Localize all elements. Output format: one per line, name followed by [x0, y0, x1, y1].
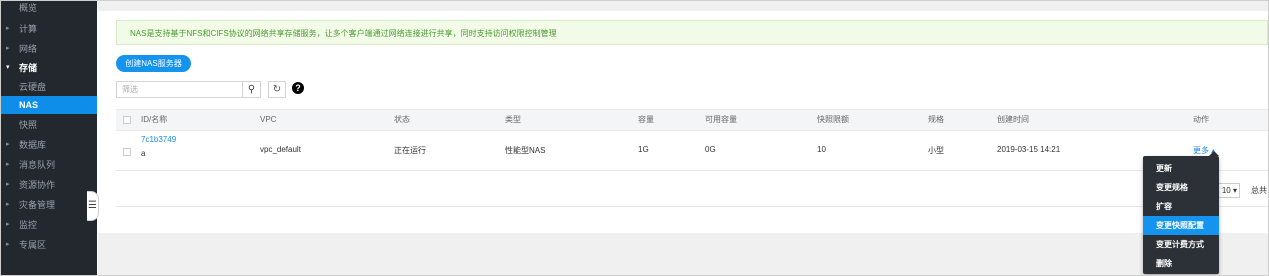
sidebar-item-label: 消息队列	[19, 160, 56, 170]
chevron-right-icon: ▸	[6, 221, 10, 228]
search-icon[interactable]: ⚲	[243, 81, 261, 98]
sidebar-item-snapshot[interactable]: 快照	[1, 116, 97, 134]
col-spec: 规格	[928, 115, 944, 124]
sidebar-item-label: 概览	[19, 3, 38, 13]
select-all-checkbox[interactable]	[123, 116, 131, 124]
sidebar-item-compute[interactable]: ▸ 计算	[1, 20, 97, 38]
chevron-right-icon: ▸	[6, 201, 10, 208]
menu-item-expand[interactable]: 扩容	[1143, 197, 1219, 216]
cell-vpc: vpc_default	[260, 145, 301, 154]
chevron-right-icon: ▸	[6, 25, 10, 32]
sidebar: 概览 ▸ 计算 ▸ 网络 ▾ 存储 云硬盘 NAS 快照 ▸ 数据库 ▸ 消息队…	[1, 1, 97, 275]
menu-item-change-spec[interactable]: 变更规格	[1143, 178, 1219, 197]
total-count: 总共 1 条	[1251, 186, 1268, 195]
menu-item-delete[interactable]: 删除	[1143, 254, 1219, 273]
chevron-right-icon: ▸	[6, 45, 10, 52]
col-id-name: ID/名称	[141, 115, 168, 124]
app-frame: 概览 ▸ 计算 ▸ 网络 ▾ 存储 云硬盘 NAS 快照 ▸ 数据库 ▸ 消息队…	[0, 0, 1269, 276]
help-icon[interactable]: ?	[292, 82, 304, 94]
sidebar-item-label: 专属区	[19, 240, 47, 250]
sidebar-collapse-icon[interactable]: ☰	[87, 191, 99, 221]
sidebar-item-label: 灾备管理	[19, 200, 56, 210]
sidebar-item-disaster-recovery[interactable]: ▸ 灾备管理	[1, 196, 97, 214]
cell-available: 0G	[705, 145, 716, 154]
cell-type: 性能型NAS	[505, 146, 546, 155]
col-capacity: 容量	[638, 115, 654, 124]
sidebar-item-label: NAS	[19, 100, 39, 110]
page-size-select[interactable]: 10 ▾	[1217, 183, 1240, 198]
sidebar-item-label: 数据库	[19, 140, 47, 150]
content-card: NAS是支持基于NFS和CIFS协议的网络共享存储服务，让多个客户端通过网络连接…	[98, 11, 1268, 233]
menu-item-change-snapshot-config[interactable]: 变更快照配置	[1143, 216, 1219, 235]
chevron-right-icon: ▸	[6, 161, 10, 168]
chevron-down-icon: ▾	[1232, 186, 1237, 195]
col-status: 状态	[394, 115, 410, 124]
chevron-right-icon: ▸	[6, 241, 10, 248]
instance-id-link[interactable]: 7c1b3749	[141, 135, 176, 144]
sidebar-item-label: 快照	[19, 120, 38, 130]
cell-spec: 小型	[928, 146, 944, 155]
top-gutter	[98, 1, 1268, 11]
sidebar-item-message-queue[interactable]: ▸ 消息队列	[1, 156, 97, 174]
sidebar-item-database[interactable]: ▸ 数据库	[1, 136, 97, 154]
main-panel: NAS是支持基于NFS和CIFS协议的网络共享存储服务，让多个客户端通过网络连接…	[98, 1, 1268, 275]
menu-item-update[interactable]: 更新	[1143, 159, 1219, 178]
menu-item-change-billing[interactable]: 变更计费方式	[1143, 235, 1219, 254]
bottom-gutter	[98, 233, 1268, 275]
sidebar-item-monitoring[interactable]: ▸ 监控	[1, 216, 97, 234]
sidebar-item-label: 监控	[19, 220, 38, 230]
sidebar-item-label: 存储	[19, 63, 38, 73]
row-checkbox[interactable]	[123, 148, 131, 156]
sidebar-item-nas[interactable]: NAS	[1, 96, 97, 114]
sidebar-item-storage[interactable]: ▾ 存储	[1, 59, 97, 77]
sidebar-item-cloud-disk[interactable]: 云硬盘	[1, 78, 97, 96]
pager: 10 ▾ 总共 1 条	[116, 171, 1268, 207]
col-action: 动作	[1193, 115, 1209, 124]
sidebar-item-label: 网络	[19, 44, 38, 54]
chevron-down-icon: ▾	[6, 64, 10, 71]
cell-status: 正在运行	[394, 146, 426, 155]
sidebar-item-label: 计算	[19, 24, 38, 34]
sidebar-item-resource-collab[interactable]: ▸ 资源协作	[1, 176, 97, 194]
create-nas-button[interactable]: 创建NAS服务器	[116, 55, 191, 72]
col-available: 可用容量	[705, 115, 737, 124]
sidebar-item-label: 云硬盘	[19, 82, 47, 92]
col-created: 创建时间	[997, 115, 1029, 124]
cell-created: 2019-03-15 14:21	[997, 145, 1061, 154]
table-header: ID/名称 VPC 状态 类型 容量 可用容量 快照限额 规格 创建时间 动作	[116, 109, 1268, 131]
sidebar-item-dedicated-zone[interactable]: ▸ 专属区	[1, 236, 97, 254]
filter-input[interactable]: 筛选	[116, 81, 243, 98]
sidebar-item-network[interactable]: ▸ 网络	[1, 40, 97, 58]
sidebar-item-overview[interactable]: 概览	[1, 1, 97, 17]
cell-snapshot-quota: 10	[817, 145, 826, 154]
refresh-icon[interactable]: ↻	[268, 81, 286, 98]
chevron-right-icon: ▸	[6, 181, 10, 188]
col-vpc: VPC	[260, 115, 277, 124]
col-type: 类型	[505, 115, 521, 124]
instance-name: a	[141, 149, 146, 158]
table-row: 7c1b3749 a vpc_default 正在运行 性能型NAS 1G 0G…	[116, 130, 1268, 171]
cell-capacity: 1G	[638, 145, 649, 154]
chevron-right-icon: ▸	[6, 141, 10, 148]
info-notice: NAS是支持基于NFS和CIFS协议的网络共享存储服务，让多个客户端通过网络连接…	[116, 20, 1268, 45]
col-snapshot-quota: 快照限额	[817, 115, 849, 124]
page-size-value: 10	[1221, 186, 1231, 195]
sidebar-item-label: 资源协作	[19, 180, 56, 190]
more-actions-menu: 更新 变更规格 扩容 变更快照配置 变更计费方式 删除	[1143, 156, 1219, 274]
